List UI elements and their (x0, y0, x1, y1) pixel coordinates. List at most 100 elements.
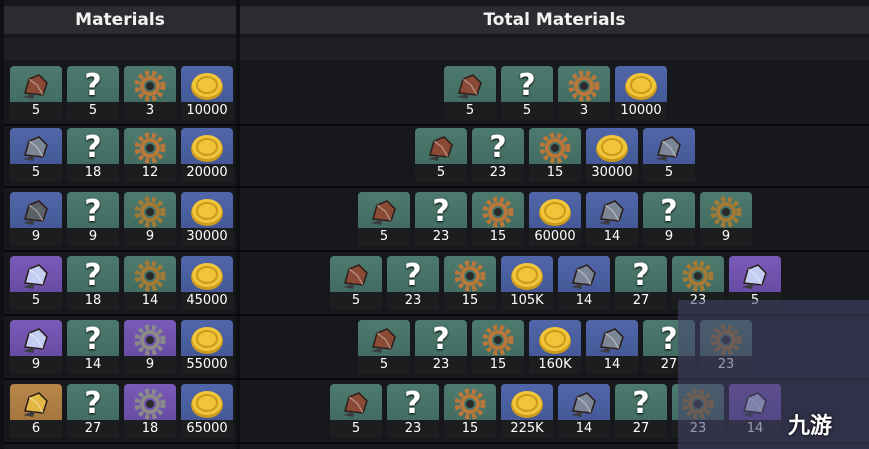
material-count: 5 (330, 292, 382, 310)
material-slot[interactable]: 10000 (181, 66, 233, 120)
gold-coin-icon (501, 388, 553, 420)
crystal-ore-icon (10, 324, 62, 356)
material-slot[interactable]: 14 (558, 384, 610, 438)
material-count: 14 (558, 292, 610, 310)
material-slot[interactable]: 5 (330, 384, 382, 438)
material-slot[interactable]: ? 23 (415, 192, 467, 246)
material-slot[interactable]: 14 (558, 256, 610, 310)
material-count: 15 (472, 356, 524, 374)
bronze-gear-icon (472, 324, 524, 356)
question-icon: ? (432, 194, 450, 229)
bronze-gear-icon (444, 388, 496, 420)
material-count: 10000 (615, 102, 667, 120)
material-slot[interactable]: ? 23 (472, 128, 524, 182)
crystal-ore-icon (10, 260, 62, 292)
materials-header: Materials (4, 6, 236, 34)
material-slot[interactable]: 3 (124, 66, 176, 120)
material-slot[interactable]: 15 (444, 384, 496, 438)
material-slot[interactable]: ? 14 (67, 320, 119, 374)
material-slot[interactable]: 14 (124, 256, 176, 310)
material-count: 23 (387, 292, 439, 310)
material-slot[interactable]: 9 (10, 192, 62, 246)
material-slot[interactable]: 30000 (181, 192, 233, 246)
material-slot[interactable]: ? 18 (67, 256, 119, 310)
material-slot[interactable]: 14 (586, 192, 638, 246)
material-slot[interactable]: 15 (472, 320, 524, 374)
question-icon: ? (432, 322, 450, 357)
material-slot[interactable]: 14 (586, 320, 638, 374)
material-slot[interactable]: ? 27 (615, 256, 667, 310)
material-slot[interactable]: ? 27 (67, 384, 119, 438)
material-slot[interactable]: 5 (643, 128, 695, 182)
material-slot[interactable]: 20000 (181, 128, 233, 182)
material-slot[interactable]: 15 (529, 128, 581, 182)
gold-coin-icon (181, 324, 233, 356)
material-slot[interactable]: ? 5 (501, 66, 553, 120)
material-slot[interactable]: 10000 (615, 66, 667, 120)
material-slot[interactable]: ? 27 (615, 384, 667, 438)
material-slot[interactable]: 30000 (586, 128, 638, 182)
material-slot[interactable]: 6 (10, 384, 62, 438)
silver-gear-icon (124, 324, 176, 356)
material-count: 5 (415, 164, 467, 182)
material-count: 30000 (181, 228, 233, 246)
material-count: 9 (124, 228, 176, 246)
material-slot[interactable]: 5 (415, 128, 467, 182)
material-count: 23 (415, 228, 467, 246)
gold-ore-icon (10, 388, 62, 420)
bronze-ore-icon (10, 70, 62, 102)
material-count: 9 (10, 228, 62, 246)
gold-coin-icon (586, 132, 638, 164)
material-count: 160K (529, 356, 581, 374)
material-count: 225K (501, 420, 553, 438)
material-slot[interactable]: 9 (124, 192, 176, 246)
material-slot[interactable]: 9 (124, 320, 176, 374)
bronze-gear-icon (558, 70, 610, 102)
watermark-overlay (678, 300, 869, 449)
bronze-ore-icon (444, 70, 496, 102)
material-count: 9 (124, 356, 176, 374)
material-count: 23 (472, 164, 524, 182)
material-slot[interactable]: 5 (10, 66, 62, 120)
green-gear-icon (124, 196, 176, 228)
material-slot[interactable]: 60000 (529, 192, 581, 246)
material-slot[interactable]: ? 23 (387, 384, 439, 438)
silver-ore-icon (558, 388, 610, 420)
material-slot[interactable]: 45000 (181, 256, 233, 310)
row-separator (4, 186, 869, 188)
material-slot[interactable]: 55000 (181, 320, 233, 374)
material-slot[interactable]: ? 9 (67, 192, 119, 246)
material-slot[interactable]: 9 (10, 320, 62, 374)
material-slot[interactable]: 105K (501, 256, 553, 310)
material-slot[interactable]: 15 (444, 256, 496, 310)
material-slot[interactable]: ? 23 (387, 256, 439, 310)
question-icon: ? (632, 386, 650, 421)
material-slot[interactable]: 5 (330, 256, 382, 310)
material-slot[interactable]: 18 (124, 384, 176, 438)
material-slot[interactable]: 15 (472, 192, 524, 246)
bronze-ore-icon (358, 324, 410, 356)
material-count: 27 (67, 420, 119, 438)
material-slot[interactable]: ? 18 (67, 128, 119, 182)
material-count: 5 (10, 292, 62, 310)
material-slot[interactable]: ? 9 (643, 192, 695, 246)
material-slot[interactable]: 160K (529, 320, 581, 374)
material-slot[interactable]: 9 (700, 192, 752, 246)
material-slot[interactable]: 5 (358, 320, 410, 374)
material-count: 27 (615, 420, 667, 438)
material-slot[interactable]: 5 (444, 66, 496, 120)
material-slot[interactable]: ? 23 (415, 320, 467, 374)
bronze-ore-icon (330, 388, 382, 420)
material-slot[interactable]: 3 (558, 66, 610, 120)
gold-coin-icon (181, 388, 233, 420)
material-slot[interactable]: 5 (358, 192, 410, 246)
material-count: 55000 (181, 356, 233, 374)
material-slot[interactable]: ? 5 (67, 66, 119, 120)
material-slot[interactable]: 225K (501, 384, 553, 438)
material-slot[interactable]: 5 (10, 128, 62, 182)
material-slot[interactable]: 12 (124, 128, 176, 182)
material-slot[interactable]: 5 (10, 256, 62, 310)
material-count: 23 (415, 356, 467, 374)
material-slot[interactable]: 65000 (181, 384, 233, 438)
bronze-gear-icon (124, 70, 176, 102)
